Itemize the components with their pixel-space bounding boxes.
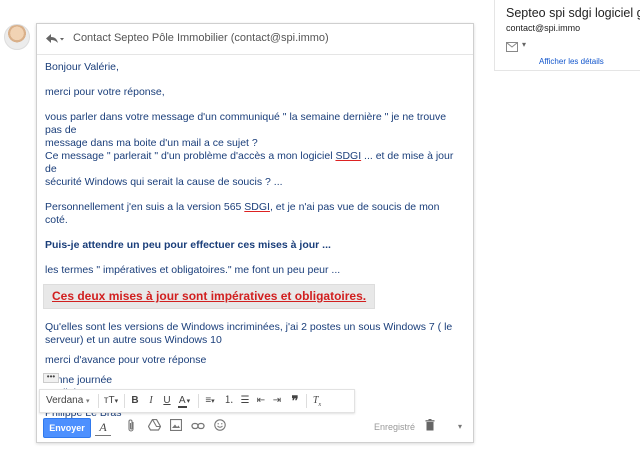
link-icon[interactable] [191,419,205,435]
paragraph-3-line-1: Qu'elles sont les versions de Windows in… [45,321,453,333]
paragraph-1-line-3: Ce message " parlerait " d'un problème d… [45,150,465,176]
formatting-toolbar: Verdana ▾ тT▾ B I U A▾ ≡▾ ⒈ ☰ ⇤ ⇥ ❞ Tx [39,389,355,413]
attach-icon[interactable] [124,419,138,435]
reply-icon [46,34,64,43]
closing-line-1: bonne journée [45,374,113,386]
quote-icon[interactable]: ❞ [288,393,302,409]
text: Personnellement j'en suis a la version 5… [45,201,245,213]
recipient-row[interactable]: Contact Septeo Pôle Immobilier (contact@… [37,24,473,55]
text-size-icon[interactable]: тT▾ [102,393,120,409]
paragraph-2: Personnellement j'en suis a la version 5… [45,201,465,227]
highlighted-quote: Ces deux mises à jour sont impératives e… [43,284,376,309]
bold-question: Puis-je attendre un peu pour effectuer c… [45,239,331,251]
font-select[interactable]: Verdana ▾ [46,393,90,409]
underline-icon[interactable]: U [160,393,174,409]
indent-less-icon[interactable]: ⇤ [254,393,268,409]
spelling-error[interactable]: SDGI [244,201,270,213]
text: Ce message " parlerait " d'un problème d… [45,150,336,162]
show-details-link[interactable]: Afficher les détails [539,57,604,66]
font-name: Verdana [46,395,84,406]
more-options-icon[interactable]: ▾ [453,419,467,435]
paragraph-1-line-4: sécurité Windows qui serait la cause de … [45,176,283,188]
spelling-error[interactable]: SDGI [335,150,361,162]
greeting-line: Bonjour Valérie, [45,61,119,73]
numbered-list-icon[interactable]: ⒈ [222,393,236,409]
recipient-text[interactable]: Contact Septeo Pôle Immobilier (contact@… [73,32,329,44]
align-icon[interactable]: ≡▾ [202,393,218,409]
thanks-advance-line: merci d'avance pour votre réponse [45,354,207,366]
bulleted-list-icon[interactable]: ☰ [238,393,252,409]
contact-name: Septeo spi sdgi logiciel ge... [506,6,640,20]
italic-icon[interactable]: I [144,393,158,409]
reply-type-button[interactable] [43,30,65,48]
trash-icon[interactable] [423,419,437,435]
remove-formatting-icon[interactable]: Tx [310,393,324,409]
chevron-down-icon: ▾ [86,398,90,405]
thanks-line: merci pour votre réponse, [45,86,165,98]
saved-status: Enregistré [374,422,416,432]
send-button[interactable]: Envoyer [43,418,91,438]
emoji-icon[interactable] [213,419,227,435]
paragraph-1-line-2: message dans ma boite d'un mail a ce suj… [45,137,258,149]
contact-email: contact@spi.immo [506,23,581,33]
show-trimmed-content-button[interactable]: ••• [43,373,59,383]
panel-divider [494,0,495,70]
photo-icon[interactable] [169,418,183,435]
bold-icon[interactable]: B [128,393,142,409]
paragraph-1-line-1: vous parler dans votre message d'un comm… [45,111,447,136]
text-color-icon[interactable]: A▾ [176,393,192,409]
email-icon[interactable] [506,41,518,52]
sender-avatar [4,24,30,50]
message-body[interactable]: Bonjour Valérie, merci pour votre répons… [43,61,465,420]
chevron-down-icon[interactable]: ▾ [522,40,526,49]
formatting-options-icon[interactable]: A [95,419,111,436]
compose-actions-bar: Envoyer A Enregistré ▾ [37,416,473,443]
paragraph-3-line-2: serveur) et un autre sous Windows 10 [45,334,222,346]
indent-more-icon[interactable]: ⇥ [270,393,284,409]
drive-icon[interactable] [147,418,161,435]
terms-line: les termes " impératives et obligatoires… [45,264,341,276]
panel-divider [494,70,640,71]
reply-composer: Contact Septeo Pôle Immobilier (contact@… [36,23,474,443]
